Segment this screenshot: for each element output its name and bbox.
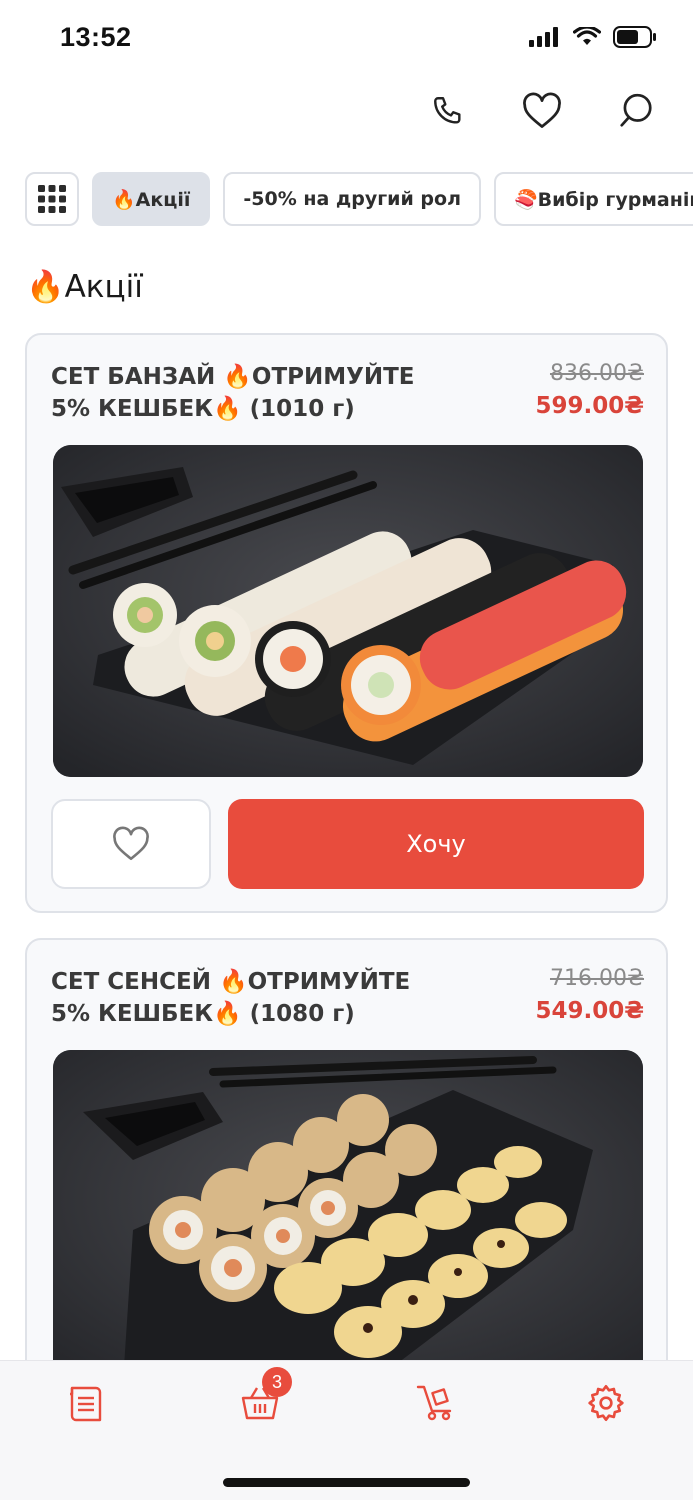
- tab-menu[interactable]: [56, 1373, 116, 1433]
- price: 599.00₴: [535, 393, 644, 419]
- signal-icon: [529, 27, 558, 47]
- delivery-icon: [416, 1385, 452, 1421]
- favorites-button[interactable]: [519, 88, 565, 134]
- status-time: 13:52: [60, 22, 132, 52]
- sushi-set-image: [53, 445, 643, 777]
- product-name: СЕТ БАНЗАЙ 🔥ОТРИМУЙТЕ 5% КЕШБЕК🔥 (1010 г…: [51, 364, 415, 422]
- grid-icon: [38, 185, 66, 213]
- product-image[interactable]: [53, 1050, 643, 1382]
- tab-settings[interactable]: [576, 1373, 636, 1433]
- chat-button[interactable]: [613, 88, 659, 134]
- status-icons: [529, 26, 657, 48]
- product-name: СЕТ СЕНСЕЙ 🔥ОТРИМУЙТЕ 5% КЕШБЕК🔥 (1080 г…: [51, 969, 411, 1027]
- chip-gourmet-choice[interactable]: 🍣Вибір гурманів: [493, 172, 693, 226]
- cart-count-badge: 3: [262, 1367, 292, 1397]
- add-to-cart-button[interactable]: Хочу: [228, 799, 644, 889]
- sushi-set-image: [53, 1050, 643, 1382]
- old-price: 716.00₴: [549, 966, 644, 991]
- chip-promotions[interactable]: 🔥Акції: [92, 172, 211, 226]
- header-actions: [425, 88, 659, 134]
- all-categories-button[interactable]: [25, 172, 79, 226]
- old-price: 836.00₴: [549, 361, 644, 386]
- status-bar: 13:52: [0, 0, 693, 76]
- battery-icon: [613, 26, 656, 48]
- search-icon: [620, 93, 652, 127]
- category-chips: 🔥Акції -50% на другий рол 🍣Вибір гурмані…: [25, 172, 693, 228]
- chip-second-roll-discount[interactable]: -50% на другий рол: [223, 172, 481, 226]
- tab-cart[interactable]: 3: [230, 1367, 292, 1433]
- tab-delivery[interactable]: [404, 1373, 464, 1433]
- heart-icon: [113, 826, 149, 861]
- menu-icon: [70, 1386, 102, 1422]
- phone-icon: [434, 97, 461, 124]
- home-indicator: [223, 1478, 470, 1487]
- wifi-icon: [573, 27, 601, 45]
- price: 549.00₴: [535, 998, 644, 1024]
- section-title: 🔥Акції: [26, 269, 143, 305]
- settings-icon: [588, 1385, 624, 1421]
- add-to-favorites-button[interactable]: [51, 799, 211, 889]
- product-card[interactable]: СЕТ БАНЗАЙ 🔥ОТРИМУЙТЕ 5% КЕШБЕК🔥 (1010 г…: [25, 333, 668, 913]
- heart-icon: [523, 92, 561, 128]
- phone-button[interactable]: [425, 88, 471, 134]
- product-image[interactable]: [53, 445, 643, 777]
